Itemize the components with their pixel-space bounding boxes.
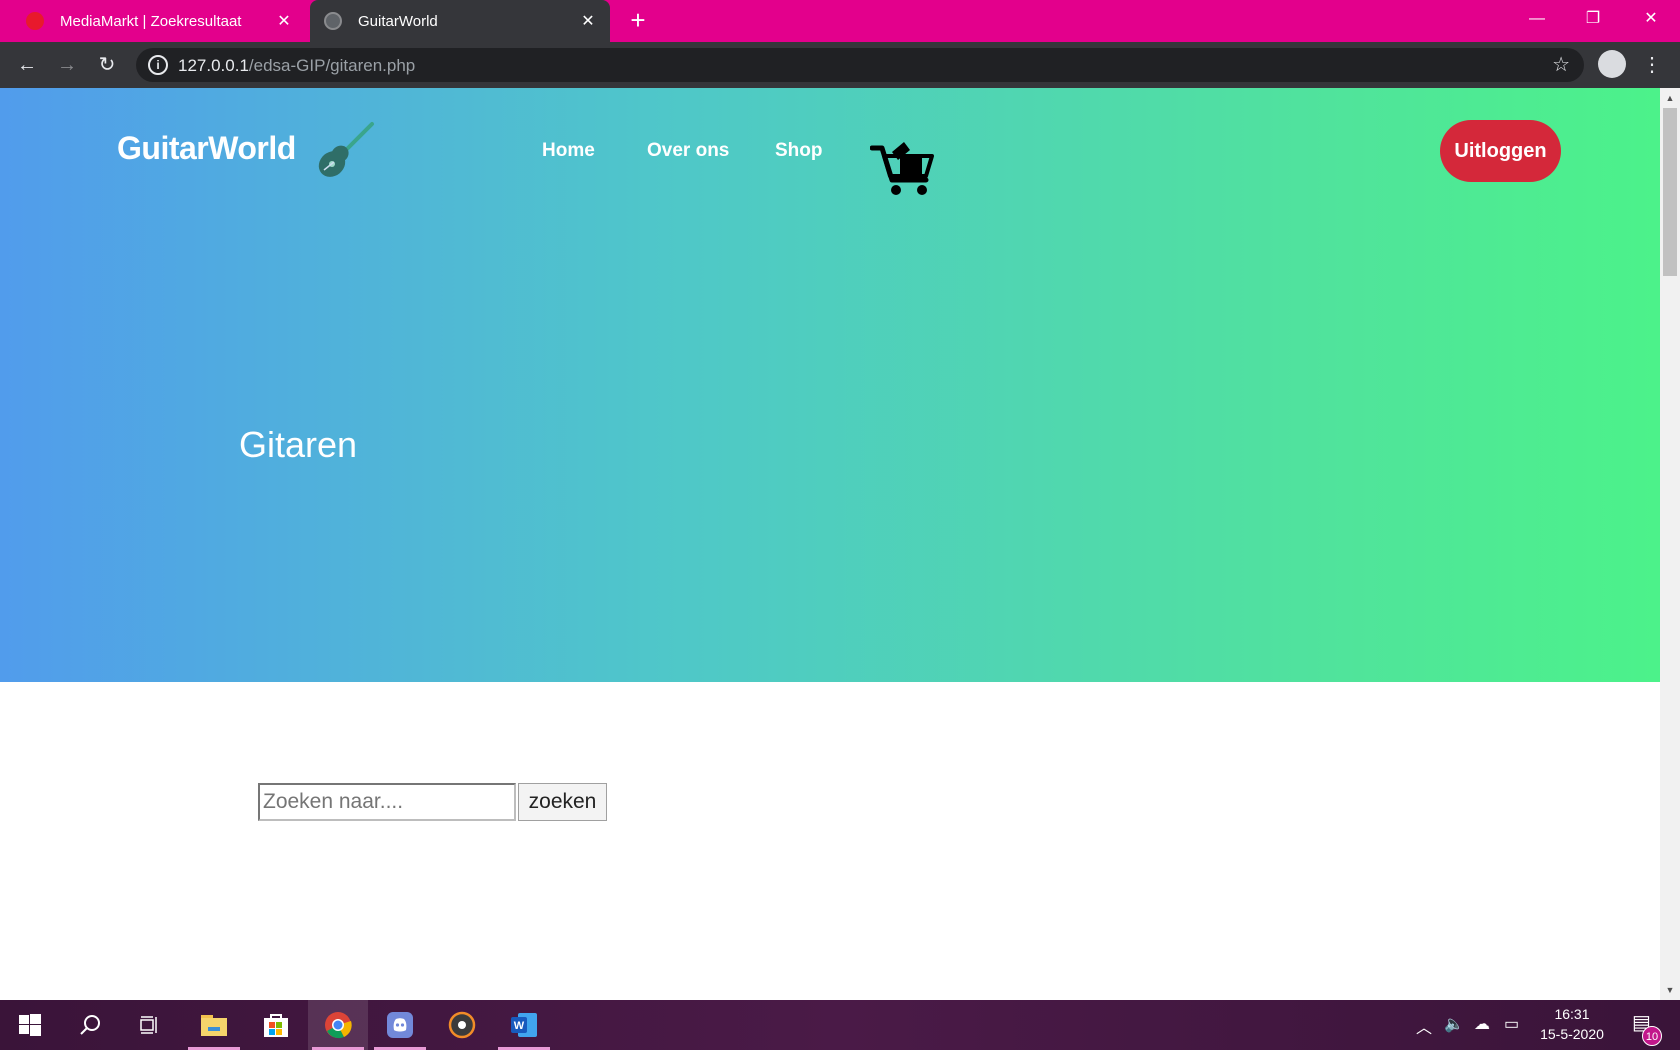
- page-title: Gitaren: [239, 424, 358, 465]
- url-text: 127.0.0.1/edsa-GIP/gitaren.php: [178, 56, 415, 76]
- nav-over-ons[interactable]: Over ons: [647, 140, 729, 162]
- logout-button[interactable]: Uitloggen: [1440, 120, 1561, 182]
- tab-close-icon[interactable]: ✕: [578, 11, 598, 31]
- url-path: /edsa-GIP/gitaren.php: [248, 56, 416, 75]
- file-explorer-icon[interactable]: [184, 1000, 244, 1050]
- restore-button[interactable]: ❐: [1566, 0, 1620, 38]
- chrome-icon[interactable]: [308, 1000, 368, 1050]
- clock-date: 15-5-2020: [1540, 1026, 1604, 1042]
- browser-tab-bar: MediaMarkt | Zoekresultaat ✕ GuitarWorld…: [0, 0, 1680, 42]
- svg-text:W: W: [514, 1020, 525, 1032]
- word-icon[interactable]: W: [494, 1000, 554, 1050]
- url-host: 127.0.0.1: [178, 56, 249, 75]
- profile-avatar[interactable]: [1598, 50, 1626, 78]
- tab-close-icon[interactable]: ✕: [274, 11, 294, 31]
- page-scrollbar[interactable]: ▲ ▼: [1660, 88, 1680, 1000]
- site-info-icon[interactable]: i: [148, 55, 168, 75]
- search-input[interactable]: [258, 783, 516, 821]
- clock-time: 16:31: [1554, 1006, 1590, 1022]
- guitar-icon: [318, 122, 374, 177]
- mediamarkt-favicon-icon: [26, 12, 44, 30]
- hero-section: GuitarWorld Home Over ons Shop Uitloggen…: [0, 88, 1660, 682]
- site-logo[interactable]: GuitarWorld: [117, 130, 296, 167]
- show-hidden-icons-icon[interactable]: ︿: [1416, 1014, 1432, 1038]
- screen: MediaMarkt | Zoekresultaat ✕ GuitarWorld…: [0, 0, 1680, 1050]
- new-tab-button[interactable]: +: [624, 6, 652, 34]
- windows-taskbar: W ︿ 🔈 ☁ ▭ 16:31 15-5-2020 ▤ 10: [0, 1000, 1680, 1050]
- shopping-cart-icon[interactable]: [870, 140, 936, 198]
- minimize-button[interactable]: —: [1510, 0, 1564, 38]
- task-view-icon[interactable]: [120, 1000, 180, 1050]
- tab-mediamarkt[interactable]: MediaMarkt | Zoekresultaat ✕: [16, 0, 306, 42]
- tab-title: GuitarWorld: [358, 12, 438, 30]
- scrollbar-thumb[interactable]: [1663, 108, 1677, 276]
- browser-menu-icon[interactable]: ⋮: [1642, 50, 1662, 80]
- tab-title: MediaMarkt | Zoekresultaat: [60, 12, 242, 30]
- windows-start-icon[interactable]: [0, 1000, 60, 1050]
- window-close-button[interactable]: ✕: [1624, 0, 1678, 38]
- forward-button[interactable]: →: [51, 50, 83, 80]
- nav-shop[interactable]: Shop: [775, 140, 823, 162]
- browser-toolbar: ← → ↻ i 127.0.0.1/edsa-GIP/gitaren.php ☆…: [0, 42, 1680, 88]
- nav-home[interactable]: Home: [542, 140, 595, 162]
- search-button[interactable]: zoeken: [518, 783, 607, 821]
- bookmark-star-icon[interactable]: ☆: [1552, 52, 1570, 77]
- discord-icon[interactable]: [370, 1000, 430, 1050]
- back-button[interactable]: ←: [11, 50, 43, 80]
- address-bar[interactable]: i 127.0.0.1/edsa-GIP/gitaren.php ☆: [136, 48, 1584, 82]
- volume-icon[interactable]: 🔈: [1444, 1014, 1464, 1034]
- reload-button[interactable]: ↻: [91, 50, 123, 80]
- onedrive-error-icon[interactable]: ☁: [1474, 1014, 1490, 1034]
- notification-badge: 10: [1642, 1026, 1662, 1046]
- tab-guitarworld[interactable]: GuitarWorld ✕: [310, 0, 610, 42]
- globe-favicon-icon: [324, 12, 342, 30]
- media-player-icon[interactable]: [432, 1000, 492, 1050]
- web-page: GuitarWorld Home Over ons Shop Uitloggen…: [0, 88, 1660, 1000]
- system-clock[interactable]: 16:31 15-5-2020: [1530, 1004, 1614, 1044]
- search-icon[interactable]: [60, 1000, 120, 1050]
- network-icon[interactable]: ▭: [1504, 1014, 1519, 1034]
- microsoft-store-icon[interactable]: [246, 1000, 306, 1050]
- scroll-up-icon[interactable]: ▲: [1660, 90, 1680, 106]
- scroll-down-icon[interactable]: ▼: [1660, 982, 1680, 998]
